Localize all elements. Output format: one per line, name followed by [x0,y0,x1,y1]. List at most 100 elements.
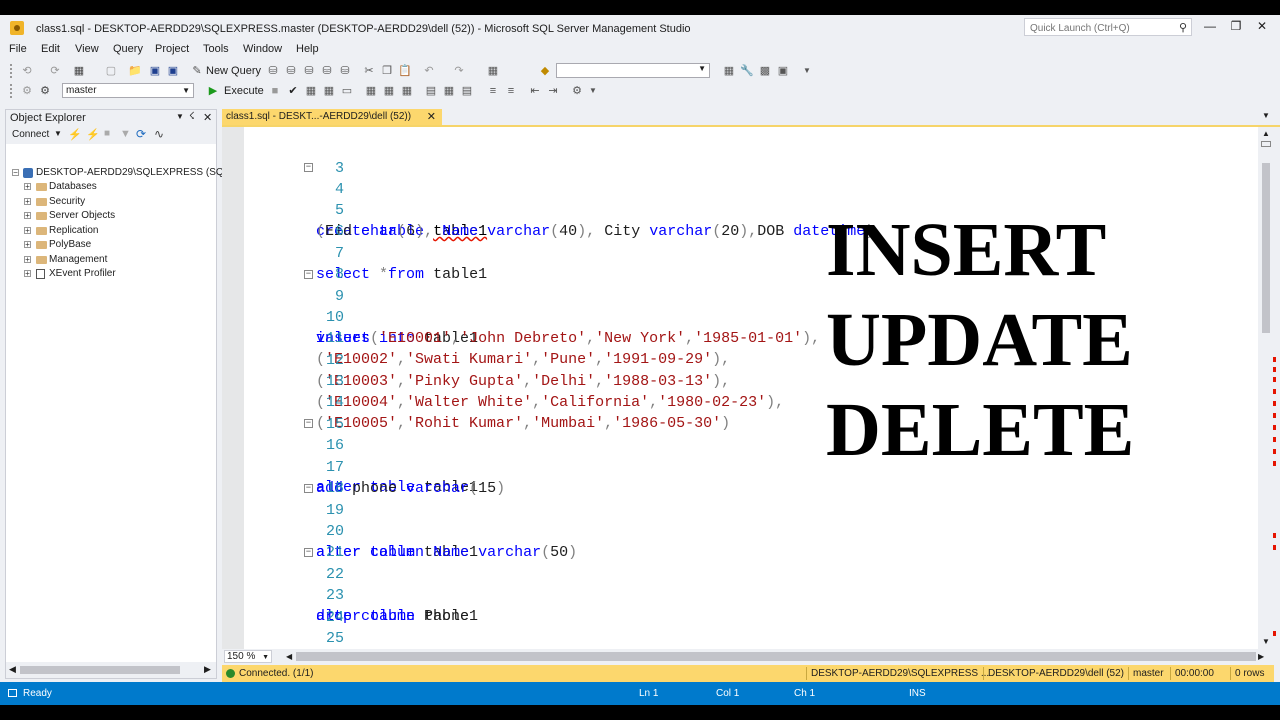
expand-icon[interactable]: + [24,256,31,264]
minimize-button[interactable]: — [1198,19,1222,37]
save-all-icon[interactable]: ▣ [166,64,180,78]
increase-indent-icon[interactable]: ⇥ [546,84,560,98]
split-icon[interactable] [1261,141,1271,147]
db-query-icon-3[interactable]: ⛁ [302,64,316,78]
back-icon[interactable]: ⟲ [20,64,34,78]
error-marker[interactable] [1273,631,1276,636]
connect-icon[interactable]: ⚙ [20,84,34,98]
expand-icon[interactable]: + [24,227,31,235]
expand-icon[interactable]: + [24,241,31,249]
debug-icon[interactable]: ◆ [538,64,552,78]
error-marker[interactable] [1273,413,1276,418]
refresh-icon[interactable]: ⟳ [136,127,146,141]
activity-icon[interactable]: ∿ [154,127,164,141]
error-marker[interactable] [1273,533,1276,538]
scroll-left-icon[interactable]: ◀ [286,652,292,661]
disconnect-icon[interactable]: ⚡ [86,128,100,141]
error-marker[interactable] [1273,461,1276,466]
collapse-icon[interactable]: − [304,484,313,493]
chevron-down-icon[interactable]: ▼ [1262,111,1270,120]
db-query-icon-4[interactable]: ⛁ [320,64,334,78]
scroll-up-icon[interactable]: ▲ [1262,129,1270,138]
results-to-file-icon[interactable]: ▤ [460,84,474,98]
new-query-button[interactable]: New Query [206,65,261,77]
stop-icon[interactable]: ■ [104,128,110,139]
db-query-icon-5[interactable]: ⛁ [338,64,352,78]
execute-button[interactable]: Execute [224,85,264,97]
filter-icon[interactable]: ▼ [120,128,131,140]
pin-icon[interactable]: ☇ [189,111,195,122]
collapse-icon[interactable]: − [304,270,313,279]
tab-class1-sql[interactable]: class1.sql - DESKT...-AERDD29\dell (52))… [222,109,442,125]
close-tab-icon[interactable]: ✕ [427,109,436,125]
menu-query[interactable]: Query [113,43,143,55]
properties-icon[interactable]: ▦ [722,64,736,78]
toolbox-icon[interactable]: ▩ [758,64,772,78]
scroll-right-icon[interactable]: ▶ [204,664,211,675]
menu-tools[interactable]: Tools [203,43,229,55]
menu-project[interactable]: Project [155,43,189,55]
error-marker[interactable] [1273,401,1276,406]
error-marker[interactable] [1273,367,1276,372]
quick-launch-box[interactable]: ⚲ [1024,18,1192,36]
wrench-icon[interactable]: 🔧 [740,64,754,78]
restore-button[interactable]: ❐ [1224,19,1248,37]
available-databases-dropdown[interactable]: master ▼ [62,83,194,98]
query-options-icon[interactable]: ▦ [322,84,336,98]
db-query-icon-1[interactable]: ⛁ [266,64,280,78]
scroll-thumb[interactable] [296,652,1256,661]
zoom-dropdown[interactable]: 150 % ▼ [224,650,272,663]
scroll-thumb[interactable] [20,666,180,674]
scroll-left-icon[interactable]: ◀ [9,664,16,675]
search-icon[interactable]: ⚲ [1179,21,1187,34]
client-stats-icon[interactable]: ▦ [400,84,414,98]
comment-icon[interactable]: ≡ [486,84,500,98]
chevron-down-icon[interactable]: ▼ [54,129,62,138]
activity-monitor-icon[interactable]: ▦ [486,64,500,78]
uncomment-icon[interactable]: ≡ [504,84,518,98]
parse-icon[interactable]: ✔ [286,84,300,98]
collapse-icon[interactable]: − [304,548,313,557]
menu-help[interactable]: Help [296,43,319,55]
paste-icon[interactable]: 📋 [398,64,412,78]
error-marker[interactable] [1273,425,1276,430]
toolbar-grip[interactable] [10,84,16,98]
copy-icon[interactable]: ❐ [380,64,394,78]
specify-values-icon[interactable]: ⚙ [570,84,584,98]
editor-hscroll[interactable]: ◀ ▶ [286,652,1266,661]
error-marker[interactable] [1273,389,1276,394]
menu-view[interactable]: View [75,43,99,55]
solution-config-dropdown[interactable]: ▼ [556,63,710,78]
save-icon[interactable]: ▣ [148,64,162,78]
collapse-icon[interactable]: − [12,169,19,177]
stop-icon[interactable]: ■ [268,84,282,98]
expand-icon[interactable]: + [24,212,31,220]
query-designer-icon[interactable]: ▦ [364,84,378,98]
toolbar-grip[interactable] [10,64,16,78]
expand-icon[interactable]: + [24,270,31,278]
scroll-down-icon[interactable]: ▼ [1262,637,1270,646]
quick-launch-input[interactable] [1028,20,1172,36]
cut-icon[interactable]: ✂ [362,64,376,78]
scroll-thumb[interactable] [1262,163,1270,333]
forward-icon[interactable]: ⟳ [48,64,62,78]
collapse-icon[interactable]: − [304,419,313,428]
expand-icon[interactable]: + [24,183,31,191]
change-connection-icon[interactable]: ⚙ [38,84,52,98]
toolbar-overflow-icon[interactable]: ▼ [586,84,600,98]
expand-icon[interactable]: + [24,198,31,206]
sql-editor[interactable]: 3 4 − create table table1 5 (Eid char(6)… [222,127,1258,649]
results-to-text-icon[interactable]: ▤ [424,84,438,98]
error-marker[interactable] [1273,437,1276,442]
toolbar-overflow-icon[interactable]: ▼ [800,64,814,78]
menu-window[interactable]: Window [243,43,282,55]
error-marker[interactable] [1273,545,1276,550]
window-layout-icon[interactable]: ▣ [776,64,790,78]
execute-icon[interactable]: ▶ [206,84,220,98]
error-marker[interactable] [1273,357,1276,362]
results-to-grid-icon[interactable]: ▦ [442,84,456,98]
undo-icon[interactable]: ↶ [422,64,436,78]
add-item-icon[interactable]: ▢ [104,64,118,78]
db-query-icon-2[interactable]: ⛁ [284,64,298,78]
connect-plug-icon[interactable]: ⚡ [68,128,82,141]
